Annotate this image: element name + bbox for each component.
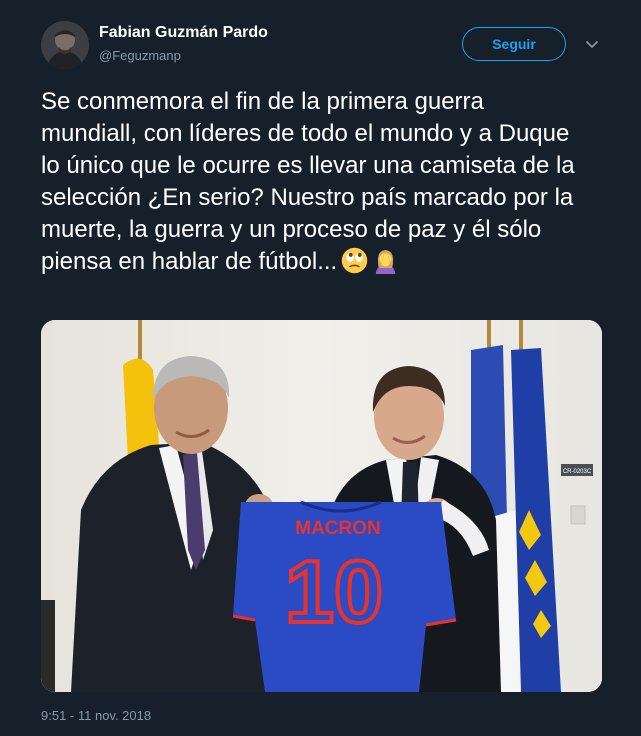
jersey-name: MACRON	[295, 518, 381, 539]
tweet-text: Se conmemora el fin de la primera guerra…	[41, 86, 586, 278]
tweet-text-body: Se conmemora el fin de la primera guerra…	[41, 88, 575, 275]
jersey-number: 10	[285, 542, 383, 641]
follow-button[interactable]: Seguir	[462, 27, 566, 61]
face-with-rolling-eyes-emoji	[341, 247, 368, 274]
avatar-image	[41, 21, 89, 69]
wall-sign: CR-0203C	[563, 469, 592, 475]
author-display-name[interactable]: Fabian Guzmán Pardo	[99, 24, 268, 42]
author-avatar[interactable]	[41, 21, 89, 69]
photo-image: CR-0203C MACRON 10	[41, 320, 602, 692]
chevron-down-icon[interactable]	[584, 38, 600, 50]
tweet-photo[interactable]: CR-0203C MACRON 10	[41, 320, 602, 692]
woman-facepalming-emoji	[375, 250, 396, 274]
author-handle[interactable]: @Feguzmanp	[99, 48, 181, 63]
tweet-timestamp[interactable]: 9:51 - 11 nov. 2018	[41, 708, 151, 723]
tweet-card: Fabian Guzmán Pardo @Feguzmanp Seguir Se…	[0, 0, 641, 736]
